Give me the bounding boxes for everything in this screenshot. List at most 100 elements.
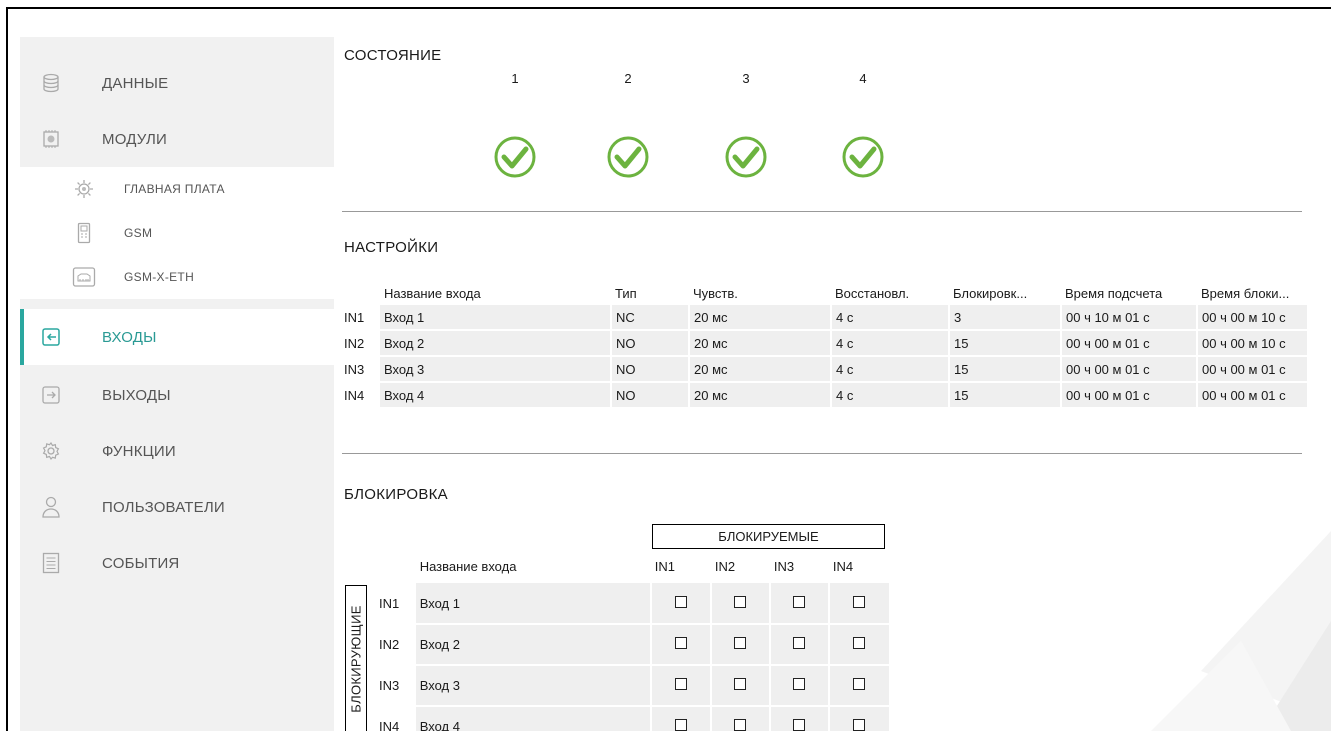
lock-checkbox[interactable] [853, 678, 866, 690]
count-time-cell[interactable]: 00 ч 10 м 01 с [1061, 305, 1198, 331]
lock-checkbox[interactable] [793, 719, 806, 731]
lock-checkbox[interactable] [853, 637, 866, 649]
sidebar-subitem-label: GSM-X-ETH [124, 270, 195, 284]
lock-checkbox[interactable] [674, 637, 687, 649]
lock-checkbox[interactable] [674, 678, 687, 690]
lock-row: IN1 Вход 1 [375, 583, 892, 625]
sidebar-subitem-gsm[interactable]: GSM [20, 211, 334, 255]
lock-checkbox[interactable] [734, 719, 747, 731]
sensitivity-cell[interactable]: 20 мс [689, 356, 832, 383]
gsm-icon [72, 222, 96, 244]
table-header-row: Название входа Тип Чувств. Восстановл. Б… [340, 281, 1308, 305]
sidebar-item-label: ВЫХОДЫ [102, 386, 171, 404]
status-column-header: 4 [859, 71, 867, 86]
sidebar-subitem-gsm-x-eth[interactable]: GSM-X-ETH [20, 255, 334, 299]
lock-time-cell[interactable]: 00 ч 00 м 01 с [1197, 356, 1309, 383]
sidebar-item-data[interactable]: ДАННЫЕ [20, 55, 334, 111]
sidebar-subitem-mainboard[interactable]: ГЛАВНАЯ ПЛАТА [20, 167, 334, 211]
sensitivity-cell[interactable]: 20 мс [689, 382, 832, 409]
divider [342, 453, 1302, 454]
input-name-cell: Вход 3 [415, 665, 652, 707]
sidebar-subitem-label: ГЛАВНАЯ ПЛАТА [124, 182, 225, 196]
restore-cell[interactable]: 4 с [831, 356, 950, 383]
table-row: IN1 Вход 1 NC 20 мс 4 с 3 00 ч 10 м 01 с… [340, 305, 1309, 331]
type-cell[interactable]: NO [611, 330, 690, 357]
user-icon [40, 496, 62, 518]
count-time-cell[interactable]: 00 ч 00 м 01 с [1061, 382, 1198, 409]
sidebar-item-label: СОБЫТИЯ [102, 554, 180, 572]
column-header-restore: Восстановл. [831, 281, 949, 305]
lock-checkbox[interactable] [734, 637, 747, 649]
sidebar-item-users[interactable]: ПОЛЬЗОВАТЕЛИ [20, 479, 334, 535]
sidebar-item-functions[interactable]: ФУНКЦИИ [20, 423, 334, 479]
column-header-in1: IN1 [650, 550, 711, 583]
column-header-name: Название входа [415, 550, 651, 583]
sidebar-item-modules[interactable]: МОДУЛИ [20, 111, 334, 167]
restore-cell[interactable]: 4 с [831, 382, 950, 409]
lock-matrix-table: Название входа IN1 IN2 IN3 IN4 IN1 Вход … [375, 550, 892, 731]
lock-count-cell[interactable]: 15 [949, 330, 1062, 357]
sidebar-item-label: ВХОДЫ [102, 328, 157, 346]
gear-icon [40, 440, 62, 462]
restore-cell[interactable]: 4 с [831, 305, 950, 331]
lock-time-cell[interactable]: 00 ч 00 м 01 с [1197, 382, 1309, 409]
column-header-in3: IN3 [769, 550, 829, 583]
input-name-cell[interactable]: Вход 1 [380, 305, 612, 331]
input-name-cell[interactable]: Вход 3 [380, 356, 612, 383]
status-column-header: 2 [624, 71, 632, 86]
input-name-cell: Вход 4 [415, 706, 652, 731]
row-id: IN2 [375, 624, 416, 665]
lock-count-cell[interactable]: 15 [949, 382, 1062, 409]
lock-checkbox[interactable] [674, 595, 687, 608]
lock-checkbox[interactable] [853, 719, 866, 731]
lock-time-cell[interactable]: 00 ч 00 м 10 с [1197, 305, 1309, 331]
status-title: СОСТОЯНИЕ [344, 47, 442, 64]
settings-table: Название входа Тип Чувств. Восстановл. Б… [340, 281, 1309, 409]
output-icon [40, 384, 62, 406]
lock-time-cell[interactable]: 00 ч 00 м 10 с [1197, 330, 1309, 357]
column-header-name: Название входа [380, 281, 611, 305]
table-row: IN2 Вход 2 NO 20 мс 4 с 15 00 ч 00 м 01 … [340, 330, 1309, 357]
lock-count-cell[interactable]: 15 [949, 356, 1062, 383]
input-icon [40, 326, 62, 348]
lock-checkbox[interactable] [793, 595, 806, 608]
sidebar-item-outputs[interactable]: ВЫХОДЫ [20, 367, 334, 423]
column-header-type: Тип [611, 281, 689, 305]
sidebar: ДАННЫЕ МОДУЛИ ГЛАВНАЯ ПЛАТА GSM GSM-X-ET… [20, 37, 334, 731]
table-row: IN3 Вход 3 NO 20 мс 4 с 15 00 ч 00 м 01 … [340, 356, 1309, 383]
type-cell[interactable]: NO [611, 356, 690, 383]
row-id: IN3 [375, 665, 416, 706]
column-header-in4: IN4 [828, 550, 890, 583]
lock-checkbox[interactable] [793, 678, 806, 690]
events-icon [40, 552, 62, 574]
lock-checkbox[interactable] [734, 595, 747, 608]
restore-cell[interactable]: 4 с [831, 330, 950, 357]
lock-checkbox[interactable] [674, 719, 687, 731]
count-time-cell[interactable]: 00 ч 00 м 01 с [1061, 356, 1198, 383]
input-name-cell[interactable]: Вход 2 [380, 330, 612, 357]
column-header-in2: IN2 [710, 550, 770, 583]
sidebar-item-inputs[interactable]: ВХОДЫ [20, 309, 334, 365]
lock-count-cell[interactable]: 3 [949, 305, 1062, 331]
status-ok-icon [842, 136, 884, 178]
mainboard-icon [72, 178, 96, 200]
row-id: IN1 [340, 305, 380, 330]
sidebar-subitem-label: GSM [124, 226, 153, 240]
column-header-lock-time: Время блоки... [1197, 281, 1308, 305]
main-content: СОСТОЯНИЕ 1 2 3 4 НАСТРОЙКИ Название вхо… [340, 9, 1331, 731]
sidebar-item-events[interactable]: СОБЫТИЯ [20, 535, 334, 591]
lock-checkbox[interactable] [793, 637, 806, 649]
input-name-cell[interactable]: Вход 4 [380, 382, 612, 409]
module-icon [40, 128, 62, 150]
type-cell[interactable]: NC [611, 305, 690, 331]
app-window: ДАННЫЕ МОДУЛИ ГЛАВНАЯ ПЛАТА GSM GSM-X-ET… [6, 7, 1331, 731]
lock-checkbox[interactable] [734, 678, 747, 690]
status-column-header: 1 [511, 71, 519, 86]
settings-title: НАСТРОЙКИ [344, 239, 439, 256]
type-cell[interactable]: NO [611, 382, 690, 409]
count-time-cell[interactable]: 00 ч 00 м 01 с [1061, 330, 1198, 357]
sensitivity-cell[interactable]: 20 мс [689, 330, 832, 357]
status-ok-icon [494, 136, 536, 178]
sensitivity-cell[interactable]: 20 мс [689, 305, 832, 331]
lock-checkbox[interactable] [853, 595, 866, 608]
